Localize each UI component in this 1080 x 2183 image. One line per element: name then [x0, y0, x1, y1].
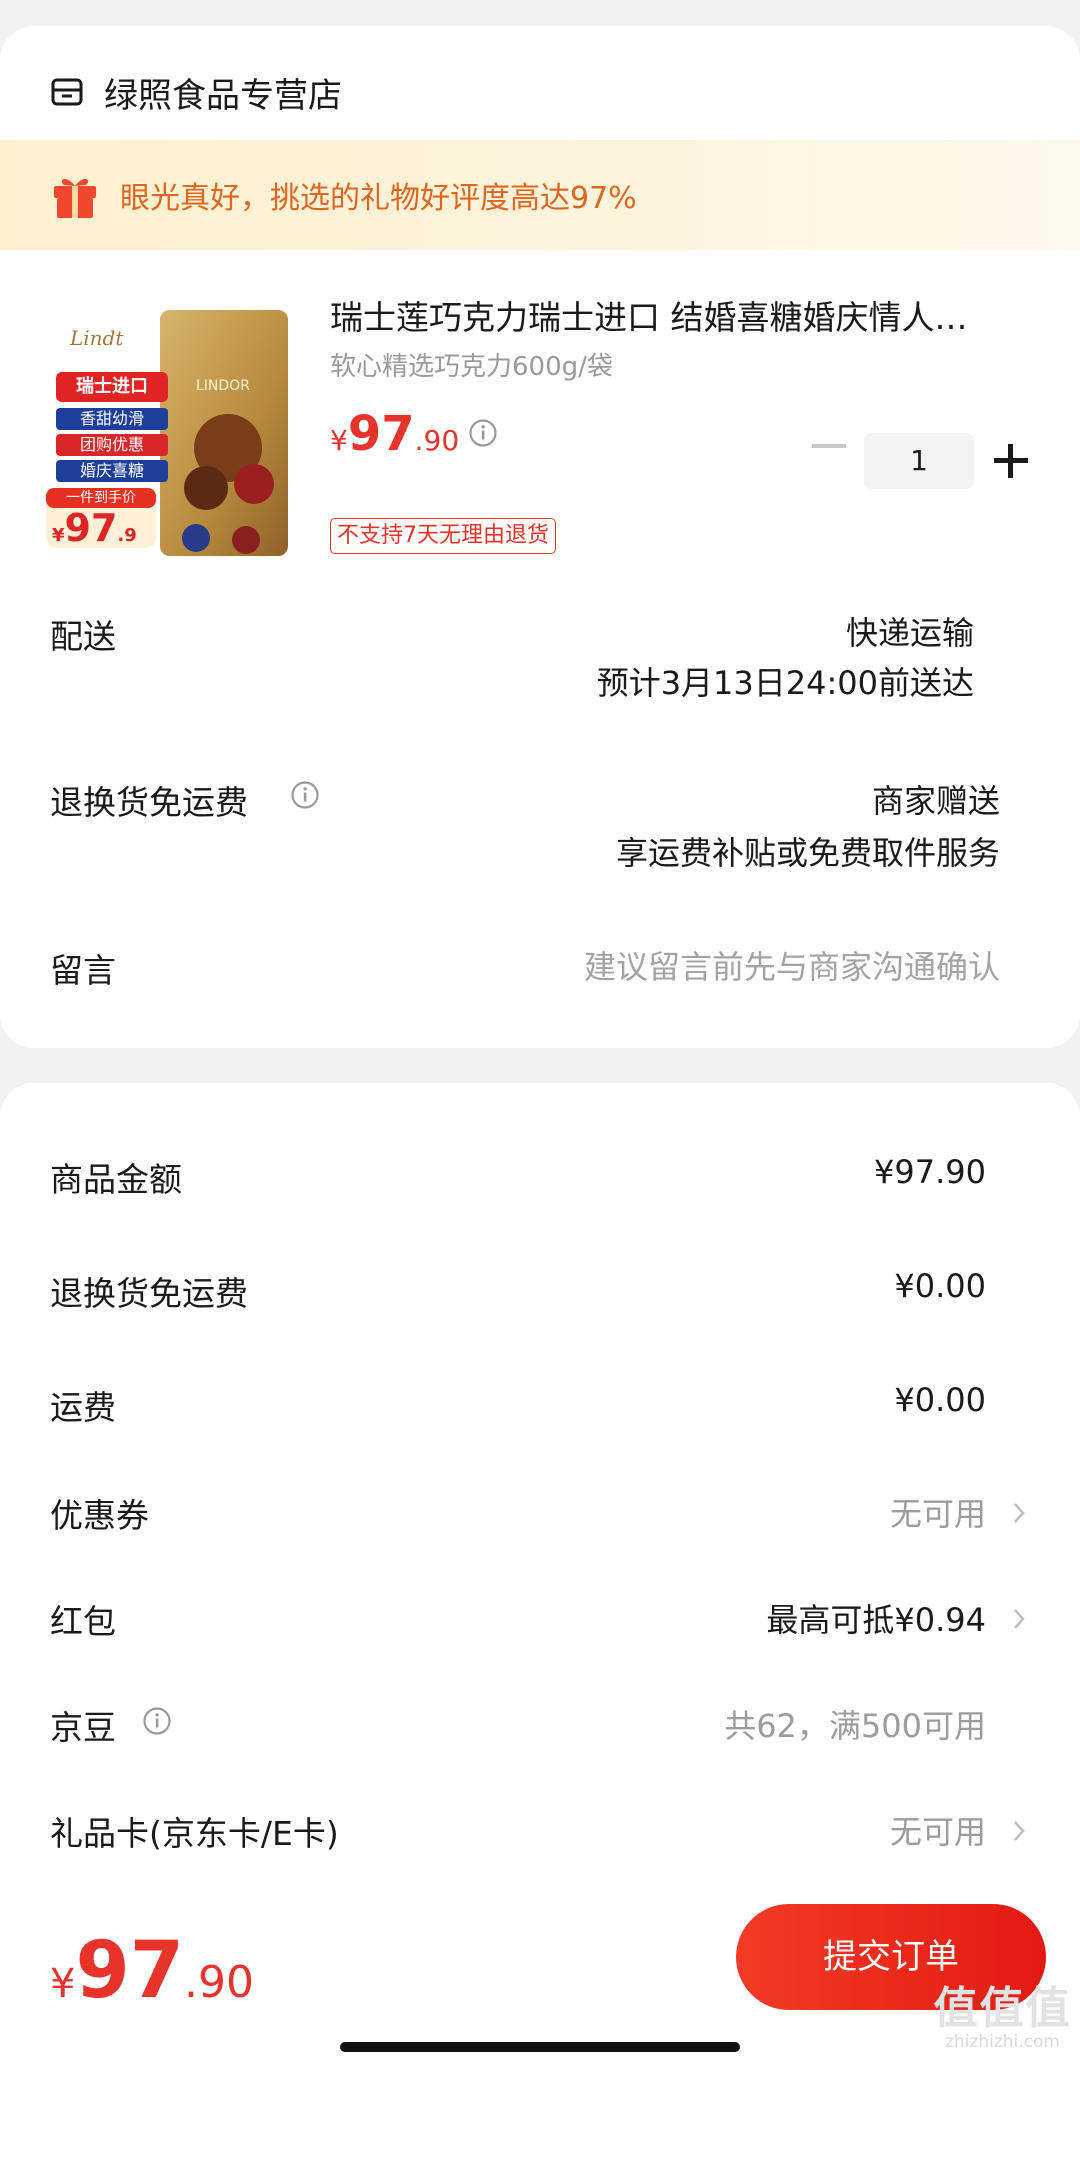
summary-label-goods-amount: 商品金额 — [50, 1160, 182, 1199]
quantity-input[interactable]: 1 — [864, 433, 974, 489]
product-image-bag-label: LINDOR — [196, 378, 250, 394]
return-shipping-provider: 商家赠送 — [871, 782, 1000, 820]
return-shipping-label: 退换货免运费 — [50, 783, 248, 822]
product-image-price-label: 一件到手价 — [66, 490, 136, 506]
price-info-icon[interactable] — [468, 418, 498, 448]
return-shipping-desc: 享运费补贴或免费取件服务 — [615, 834, 1000, 872]
watermark: 值值值 zhizhizhi.com — [930, 1983, 1075, 2053]
summary-value-return-shipping: ¥0.00 — [894, 1267, 986, 1305]
summary-label-coupon: 优惠券 — [50, 1496, 149, 1535]
summary-value-jd-beans: 共62，满500可用 — [724, 1707, 986, 1745]
product-price-currency: ¥ — [330, 424, 348, 457]
summary-value-coupon[interactable]: 无可用 — [890, 1489, 986, 1535]
no-return-tag: 不支持7天无理由退货 — [330, 518, 556, 554]
home-indicator[interactable] — [340, 2042, 740, 2052]
store-name: 绿照食品专营店 — [104, 75, 342, 116]
banner-text: 眼光真好，挑选的礼物好评度高达97% — [120, 181, 637, 216]
summary-label-jd-beans: 京豆 — [50, 1708, 116, 1747]
gift-icon — [54, 178, 96, 218]
coupon-chevron-right-icon[interactable] — [1012, 1501, 1026, 1525]
product-price: ¥97.90 — [330, 406, 459, 462]
total-price-integer: 97 — [75, 1926, 184, 2016]
order-card: 绿照食品专营店 眼光真好，挑选的礼物好评度高达97% Lindt LINDOR … — [0, 26, 1080, 1048]
product-spec[interactable]: 软心精选巧克力600g/袋 — [330, 346, 613, 383]
total-price-currency: ¥ — [50, 1961, 76, 2007]
product-image[interactable]: Lindt LINDOR 瑞士进口 香甜幼滑 团购优惠 婚庆喜糖 一件到手价 ¥… — [46, 288, 304, 566]
product-image-price-dec: .9 — [117, 525, 137, 546]
product-title[interactable]: 瑞士莲巧克力瑞士进口 结婚喜糖婚庆情人… — [330, 291, 1030, 339]
total-price: ¥97.90 — [50, 1926, 254, 2016]
watermark-logo: 值值值 — [933, 1983, 1072, 2034]
summary-label-shipping-fee: 运费 — [50, 1388, 116, 1427]
delivery-eta: 预计3月13日24:00前送达 — [596, 664, 974, 702]
jd-beans-info-icon[interactable] — [142, 1706, 172, 1736]
quantity-minus-button[interactable] — [812, 444, 846, 448]
message-input[interactable]: 建议留言前先与商家沟通确认 — [584, 942, 1000, 988]
product-price-decimal: .90 — [414, 424, 460, 457]
product-image-price-int: 97 — [64, 506, 118, 550]
watermark-url: zhizhizhi.com — [945, 2032, 1060, 2052]
red-packet-chevron-right-icon[interactable] — [1012, 1607, 1026, 1631]
checkout-footer: ¥97.90 提交订单 值值值 zhizhizhi.com — [0, 1886, 1080, 2067]
product-image-badge-wedding: 婚庆喜糖 — [79, 461, 144, 480]
summary-label-red-packet: 红包 — [50, 1602, 116, 1641]
product-image-badge-group: 团购优惠 — [79, 435, 144, 454]
summary-value-red-packet[interactable]: 最高可抵¥0.94 — [766, 1595, 986, 1641]
store-icon — [51, 78, 83, 106]
summary-value-gift-card[interactable]: 无可用 — [890, 1807, 986, 1853]
product-price-integer: 97 — [347, 406, 415, 462]
product-image-price-cur: ¥ — [52, 525, 65, 546]
quantity-plus-button[interactable] — [994, 444, 1028, 478]
delivery-label: 配送 — [50, 617, 116, 656]
summary-label-return-shipping: 退换货免运费 — [50, 1274, 248, 1313]
store-header[interactable]: 绿照食品专营店 — [50, 62, 342, 122]
product-image-badge-import: 瑞士进口 — [76, 376, 148, 397]
return-shipping-info-icon[interactable] — [290, 780, 320, 810]
summary-value-goods-amount: ¥97.90 — [874, 1153, 986, 1191]
summary-label-gift-card: 礼品卡(京东卡/E卡) — [50, 1814, 339, 1853]
product-image-badge-taste: 香甜幼滑 — [79, 409, 144, 428]
total-price-decimal: .90 — [184, 1957, 254, 2008]
gift-banner: 眼光真好，挑选的礼物好评度高达97% — [0, 140, 1080, 250]
delivery-method[interactable]: 快递运输 — [846, 608, 974, 654]
message-label: 留言 — [50, 951, 116, 990]
gift-card-chevron-right-icon[interactable] — [1012, 1819, 1026, 1843]
summary-value-shipping-fee: ¥0.00 — [894, 1381, 986, 1419]
product-image-price: ¥97.9 — [52, 506, 137, 550]
product-image-brand: Lindt — [70, 326, 124, 350]
